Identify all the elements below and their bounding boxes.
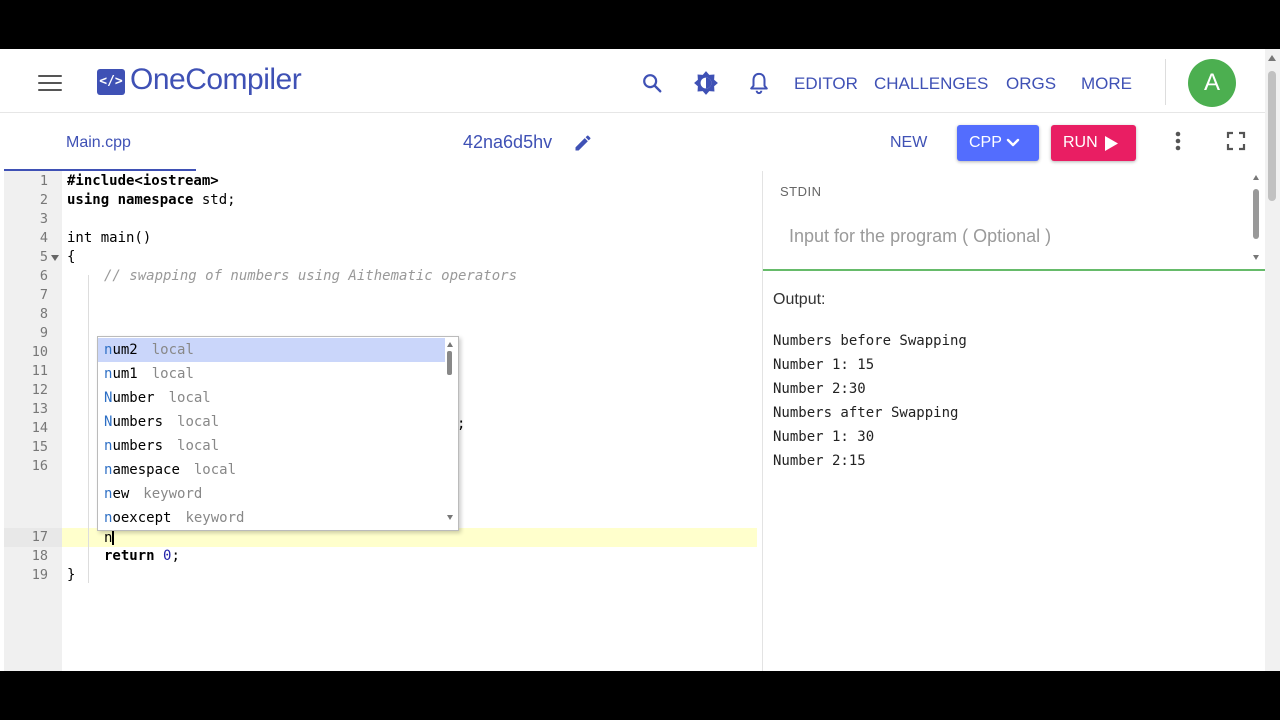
- theme-toggle-icon[interactable]: [693, 70, 719, 96]
- app-window: </> OneCompiler EDITOR CHALLENGES ORGS M…: [0, 49, 1280, 671]
- fold-arrow-icon[interactable]: [51, 255, 59, 261]
- line-number: 13: [31, 401, 48, 417]
- line-number: 5: [39, 249, 48, 265]
- code-line-active: n: [104, 529, 114, 546]
- autocomplete-scrollbar[interactable]: [447, 351, 452, 375]
- autocomplete-item[interactable]: namespace local: [98, 458, 445, 482]
- code-text: std;: [193, 192, 236, 208]
- code-line: int main(): [67, 230, 152, 246]
- line-number: 15: [31, 439, 48, 455]
- brand-name[interactable]: OneCompiler: [130, 63, 302, 97]
- code-line: return 0;: [104, 548, 180, 564]
- autocomplete-item[interactable]: new keyword: [98, 482, 445, 506]
- line-number: 6: [39, 268, 48, 284]
- scroll-up-icon[interactable]: [1268, 55, 1276, 61]
- output-line: Number 2:30: [773, 381, 866, 397]
- user-avatar[interactable]: A: [1188, 59, 1236, 107]
- language-label: CPP: [969, 134, 1002, 151]
- line-number: 19: [31, 567, 48, 583]
- run-label: RUN: [1063, 134, 1098, 151]
- file-tab-main[interactable]: Main.cpp: [66, 134, 131, 152]
- indent-guide: [88, 275, 89, 583]
- edit-pencil-icon[interactable]: [573, 133, 593, 153]
- code-text: ;: [171, 548, 180, 564]
- scroll-down-icon[interactable]: [447, 515, 453, 520]
- stdin-scrollbar[interactable]: [1253, 189, 1259, 239]
- editor-toolbar: Main.cpp 42na6d5hv NEW CPP RUN: [0, 113, 1265, 171]
- code-line: using namespace std;: [67, 192, 236, 208]
- output-line: Numbers before Swapping: [773, 333, 967, 349]
- line-number: 12: [31, 382, 48, 398]
- project-name: 42na6d5hv: [463, 132, 553, 152]
- search-icon[interactable]: [641, 72, 663, 94]
- autocomplete-item[interactable]: numbers local: [98, 434, 445, 458]
- line-number: 17: [31, 529, 48, 545]
- stdin-divider: [763, 269, 1266, 271]
- run-button[interactable]: RUN: [1051, 125, 1136, 161]
- line-number: 18: [31, 548, 48, 564]
- code-line: }: [67, 567, 76, 583]
- autocomplete-item[interactable]: Numbers local: [98, 410, 445, 434]
- line-number: 9: [39, 325, 48, 341]
- line-number: 14: [31, 420, 48, 436]
- page-scrollbar-thumb[interactable]: [1268, 71, 1276, 201]
- line-number: 10: [31, 344, 48, 360]
- new-button[interactable]: NEW: [890, 134, 927, 152]
- stdin-label: STDIN: [780, 184, 822, 199]
- line-number: 3: [39, 211, 48, 227]
- logo-icon[interactable]: </>: [97, 69, 125, 95]
- autocomplete-popup[interactable]: num2 local num1 local Number local Numbers l…: [97, 336, 459, 531]
- scroll-up-icon[interactable]: [447, 342, 453, 347]
- io-panel: STDIN Output: Numbers before Swapping Nu…: [762, 171, 1266, 671]
- text-cursor: [112, 529, 114, 545]
- menu-icon[interactable]: [38, 75, 62, 93]
- play-icon: [1105, 136, 1118, 151]
- stdin-input[interactable]: [789, 223, 1229, 249]
- scroll-up-icon[interactable]: [1253, 175, 1259, 180]
- nav-orgs[interactable]: ORGS: [1006, 74, 1056, 94]
- scroll-down-icon[interactable]: [1253, 255, 1259, 260]
- code-keyword: return: [104, 548, 155, 564]
- output-line: Number 2:15: [773, 453, 866, 469]
- output-label: Output:: [773, 291, 826, 308]
- code-line: #include<iostream>: [67, 173, 219, 189]
- autocomplete-item[interactable]: Number local: [98, 386, 445, 410]
- more-vertical-icon[interactable]: [1170, 129, 1186, 153]
- nav-more[interactable]: MORE: [1081, 74, 1132, 94]
- code-line: {: [67, 249, 76, 265]
- code-text: n: [104, 530, 113, 546]
- language-select-button[interactable]: CPP: [957, 125, 1039, 161]
- output-line: Numbers after Swapping: [773, 405, 959, 421]
- line-number: 7: [39, 287, 48, 303]
- autocomplete-item[interactable]: noexcept keyword: [98, 506, 445, 530]
- line-number: 11: [31, 363, 48, 379]
- line-number: 8: [39, 306, 48, 322]
- output-line: Number 1: 30: [773, 429, 875, 445]
- line-number: 16: [31, 458, 48, 474]
- nav-editor[interactable]: EDITOR: [794, 74, 858, 94]
- nav-challenges[interactable]: CHALLENGES: [874, 74, 988, 94]
- line-number: 2: [39, 192, 48, 208]
- line-number: 1: [39, 173, 48, 189]
- output-line: Number 1: 15: [773, 357, 875, 373]
- fullscreen-icon[interactable]: [1226, 131, 1246, 151]
- bell-icon[interactable]: [748, 71, 770, 95]
- code-comment: // swapping of numbers using Aithematic …: [104, 268, 518, 284]
- chevron-down-icon: [1006, 138, 1020, 147]
- autocomplete-item[interactable]: num2 local: [98, 338, 445, 362]
- line-number: 4: [39, 230, 48, 246]
- header-divider: [1165, 59, 1166, 105]
- code-keyword: using namespace: [67, 192, 194, 208]
- top-header: </> OneCompiler EDITOR CHALLENGES ORGS M…: [0, 49, 1265, 113]
- autocomplete-item[interactable]: num1 local: [98, 362, 445, 386]
